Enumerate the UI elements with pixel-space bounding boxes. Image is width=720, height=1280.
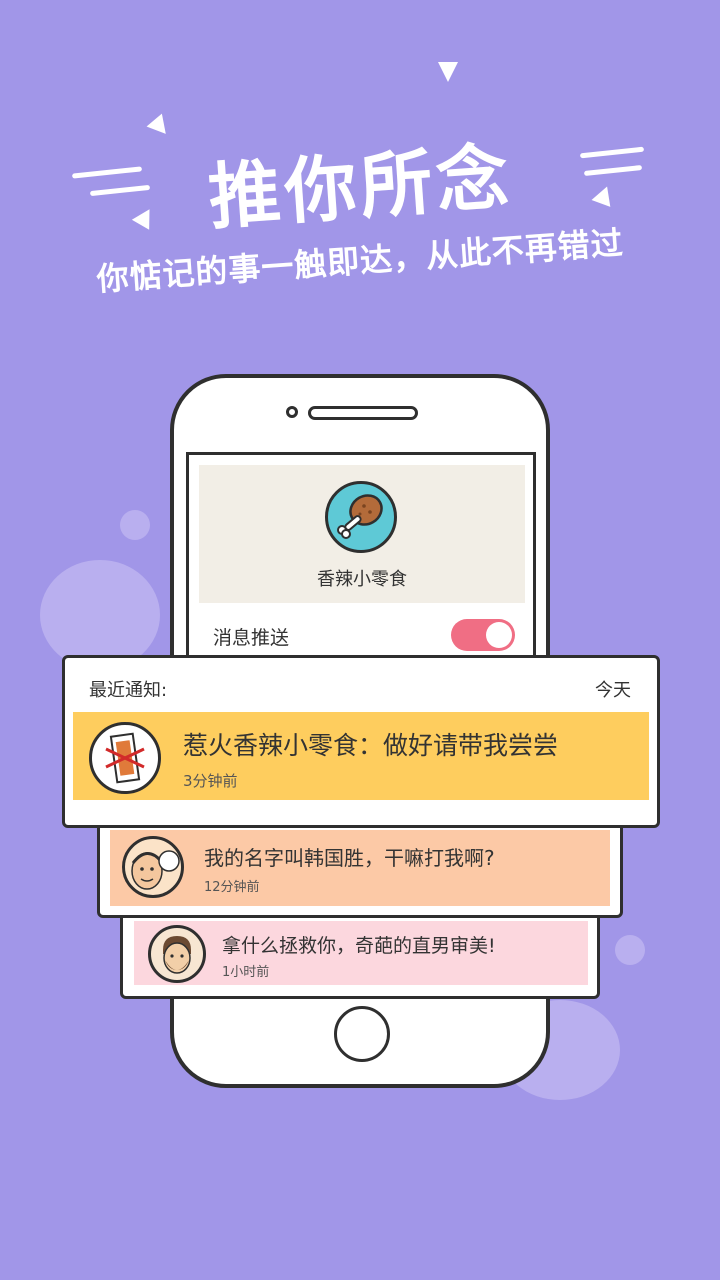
notification-text: 拿什么拯救你，奇葩的直男审美!: [222, 935, 496, 957]
notification-card-back: 拿什么拯救你，奇葩的直男审美! 1小时前: [120, 908, 600, 999]
recent-notifications-title: 最近通知:: [89, 680, 168, 701]
phone-camera: [286, 406, 298, 418]
bearded-man-avatar: [148, 925, 206, 983]
cartoon-face-avatar: [122, 836, 184, 898]
chicken-drumstick-icon: [325, 481, 397, 553]
paint-splash: [40, 560, 160, 670]
notification-item[interactable]: 惹火香辣小零食：做好请带我尝尝 3分钟前: [73, 712, 649, 800]
app-card: 香辣小零食: [199, 465, 525, 603]
push-toggle[interactable]: [451, 619, 515, 651]
decor-triangle: [438, 62, 458, 82]
recent-notifications-card: 最近通知: 今天 惹火香辣小零食：做好请带我尝尝 3分钟前: [62, 655, 660, 828]
home-button[interactable]: [334, 1006, 390, 1062]
decor-triangle: [146, 113, 174, 141]
phone-speaker: [308, 406, 418, 420]
notification-card-middle: 我的名字叫韩国胜，干嘛打我啊? 12分钟前: [97, 815, 623, 918]
toggle-knob: [486, 622, 512, 648]
date-label: 今天: [595, 680, 631, 701]
notification-item[interactable]: 我的名字叫韩国胜，干嘛打我啊? 12分钟前: [110, 830, 610, 906]
paint-splash: [615, 935, 645, 965]
paint-splash: [120, 510, 150, 540]
push-setting-label: 消息推送: [213, 627, 290, 649]
notification-time: 1小时前: [222, 965, 270, 980]
notification-time: 12分钟前: [204, 880, 260, 895]
notification-time: 3分钟前: [183, 772, 238, 790]
spicy-snack-avatar: [89, 722, 161, 794]
notification-item[interactable]: 拿什么拯救你，奇葩的直男审美! 1小时前: [134, 921, 588, 985]
app-name: 香辣小零食: [317, 569, 407, 590]
notification-text: 我的名字叫韩国胜，干嘛打我啊?: [204, 846, 495, 870]
notification-text: 惹火香辣小零食：做好请带我尝尝: [183, 731, 559, 760]
